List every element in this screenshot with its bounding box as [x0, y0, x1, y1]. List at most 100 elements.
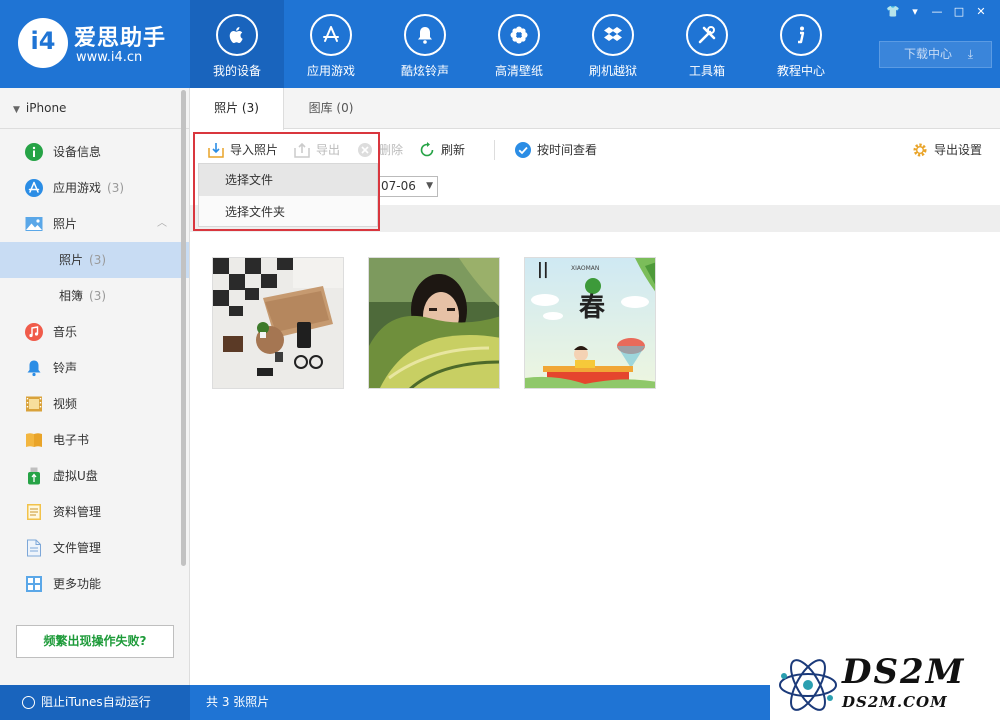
apple-icon [216, 14, 258, 56]
nav-tutorials[interactable]: 教程中心 [754, 0, 848, 88]
sidebar-item-count: (3) [89, 289, 107, 303]
sidebar-item-label: 文件管理 [53, 541, 102, 555]
usb-icon [28, 467, 40, 485]
sidebar-item-ebooks[interactable]: 电子书 [0, 422, 189, 458]
close-button[interactable]: ✕ [970, 4, 992, 20]
delete-icon [358, 143, 372, 157]
menu-item-select-folder[interactable]: 选择文件夹 [199, 196, 377, 228]
nav-toolbox[interactable]: 工具箱 [660, 0, 754, 88]
refresh-label: 刷新 [441, 143, 466, 157]
export-button[interactable]: 导出 [294, 140, 340, 160]
bell-icon [27, 360, 41, 377]
sidebar-item-apps[interactable]: 应用游戏 (3) [0, 170, 189, 206]
logo-mark-text: i4 [30, 27, 56, 55]
app-store-icon [25, 179, 43, 197]
watermark-url: DS2M.COM [842, 693, 948, 711]
minimize-button[interactable]: — [926, 4, 948, 20]
tab-gallery[interactable]: 图库 (0) [284, 88, 378, 129]
sidebar-item-virtual-usb[interactable]: 虚拟U盘 [0, 458, 189, 494]
radio-icon [22, 696, 35, 709]
nav-my-device[interactable]: 我的设备 [190, 0, 284, 88]
sidebar-item-label: 音乐 [53, 325, 78, 339]
sidebar-item-label: 更多功能 [53, 577, 102, 591]
window-controls: 👕 ▾ — □ ✕ [882, 4, 992, 20]
nav-label: 高清壁纸 [494, 64, 543, 78]
grid-icon [26, 576, 42, 592]
photo-thumbnail[interactable]: || XIAOMAN 春 [524, 257, 656, 389]
sidebar-item-file-management[interactable]: 文件管理 [0, 530, 189, 566]
view-by-time-toggle[interactable]: 按时间查看 [515, 140, 597, 160]
sidebar-item-music[interactable]: 音乐 [0, 314, 189, 350]
poster-subtitle: XIAOMAN [571, 265, 599, 272]
nav-label: 教程中心 [776, 64, 825, 78]
delete-label: 删除 [379, 143, 404, 157]
sidebar-item-label: 铃声 [53, 361, 78, 375]
sidebar-item-label: 应用游戏 [53, 181, 102, 195]
main-nav: 我的设备 应用游戏 酷炫铃声 高清壁纸 刷机越狱 工具箱 教程中心 [190, 0, 848, 88]
nav-label: 工具箱 [688, 64, 725, 78]
nav-label: 刷机越狱 [588, 64, 637, 78]
device-name: iPhone [25, 101, 67, 115]
sidebar-item-more[interactable]: 更多功能 [0, 566, 189, 602]
logo-url: www.i4.cn [76, 50, 143, 65]
menu-icon[interactable]: ▾ [904, 4, 926, 20]
import-photos-button[interactable]: 导入照片 [208, 140, 278, 160]
sidebar: ▼ iPhone 设备信息 应用游戏 (3) 照片 ︿ 照片 (3) 相簿 (3) 音乐… [0, 88, 190, 685]
dropbox-icon [592, 14, 634, 56]
date-filter-select[interactable]: 07-06 ▼ [374, 176, 438, 197]
photo-thumbnail[interactable] [368, 257, 500, 389]
sidebar-item-label: 电子书 [53, 433, 90, 447]
skin-icon[interactable]: 👕 [882, 4, 904, 20]
download-center-button[interactable]: 下载中心 ⤓ [879, 41, 992, 68]
sidebar-item-label: 视频 [53, 397, 78, 411]
sidebar-item-label: 相簿 [59, 289, 84, 303]
chevron-down-icon: ▼ [426, 181, 433, 191]
download-center-label: 下载中心 [904, 47, 953, 61]
device-header[interactable]: ▼ iPhone [0, 88, 189, 129]
download-icon: ⤓ [967, 47, 973, 61]
sidebar-item-device-info[interactable]: 设备信息 [0, 134, 189, 170]
logo-mark: i4 [18, 18, 68, 68]
sidebar-item-data-management[interactable]: 资料管理 [0, 494, 189, 530]
tools-icon [686, 14, 728, 56]
book-icon [26, 433, 42, 447]
top-header: i4 爱思助手 www.i4.cn 我的设备 应用游戏 酷炫铃声 高清壁纸 刷机… [0, 0, 1000, 88]
block-itunes-label: 阻止iTunes自动运行 [41, 695, 151, 709]
refresh-icon [420, 142, 434, 157]
sidebar-subitem-photos[interactable]: 照片 (3) [0, 242, 189, 278]
nav-apps-games[interactable]: 应用游戏 [284, 0, 378, 88]
app-store-icon [310, 14, 352, 56]
sidebar-scrollbar[interactable] [181, 90, 186, 566]
maximize-button[interactable]: □ [948, 4, 970, 20]
menu-item-select-file[interactable]: 选择文件 [199, 164, 377, 196]
import-icon [208, 143, 224, 158]
photo-icon [25, 217, 43, 231]
sidebar-item-label: 照片 [53, 217, 78, 231]
sidebar-menu: 设备信息 应用游戏 (3) 照片 ︿ 照片 (3) 相簿 (3) 音乐 铃声 视频 [0, 129, 189, 602]
sidebar-subitem-albums[interactable]: 相簿 (3) [0, 278, 189, 314]
delete-button[interactable]: 删除 [357, 140, 403, 160]
sidebar-item-photos[interactable]: 照片 ︿ [0, 206, 189, 242]
refresh-button[interactable]: 刷新 [419, 140, 465, 160]
nav-wallpapers[interactable]: 高清壁纸 [472, 0, 566, 88]
nav-ringtones[interactable]: 酷炫铃声 [378, 0, 472, 88]
block-itunes-autorun-toggle[interactable]: 阻止iTunes自动运行 [0, 685, 190, 720]
sidebar-item-ringtones[interactable]: 铃声 [0, 350, 189, 386]
export-label: 导出 [316, 143, 341, 157]
watermark-title: DS2M [842, 652, 966, 692]
photo-thumbnail[interactable] [212, 257, 344, 389]
site-watermark: DS2M DS2M.COM [770, 650, 1000, 720]
nav-flash-jailbreak[interactable]: 刷机越狱 [566, 0, 660, 88]
sidebar-item-video[interactable]: 视频 [0, 386, 189, 422]
view-by-time-label: 按时间查看 [537, 143, 598, 157]
sidebar-item-label: 照片 [59, 253, 84, 267]
content-tabs: 照片 (3) 图库 (0) [190, 88, 1000, 130]
export-settings-button[interactable]: 导出设置 [912, 140, 982, 160]
svg-text:||: || [537, 259, 549, 279]
info-icon [25, 143, 43, 161]
frequent-failure-button[interactable]: 频繁出现操作失败? [16, 625, 174, 658]
toolbar-divider [494, 140, 495, 160]
gear-icon [913, 143, 927, 157]
tab-photos[interactable]: 照片 (3) [190, 88, 284, 130]
poster-title: 春 [579, 293, 605, 323]
